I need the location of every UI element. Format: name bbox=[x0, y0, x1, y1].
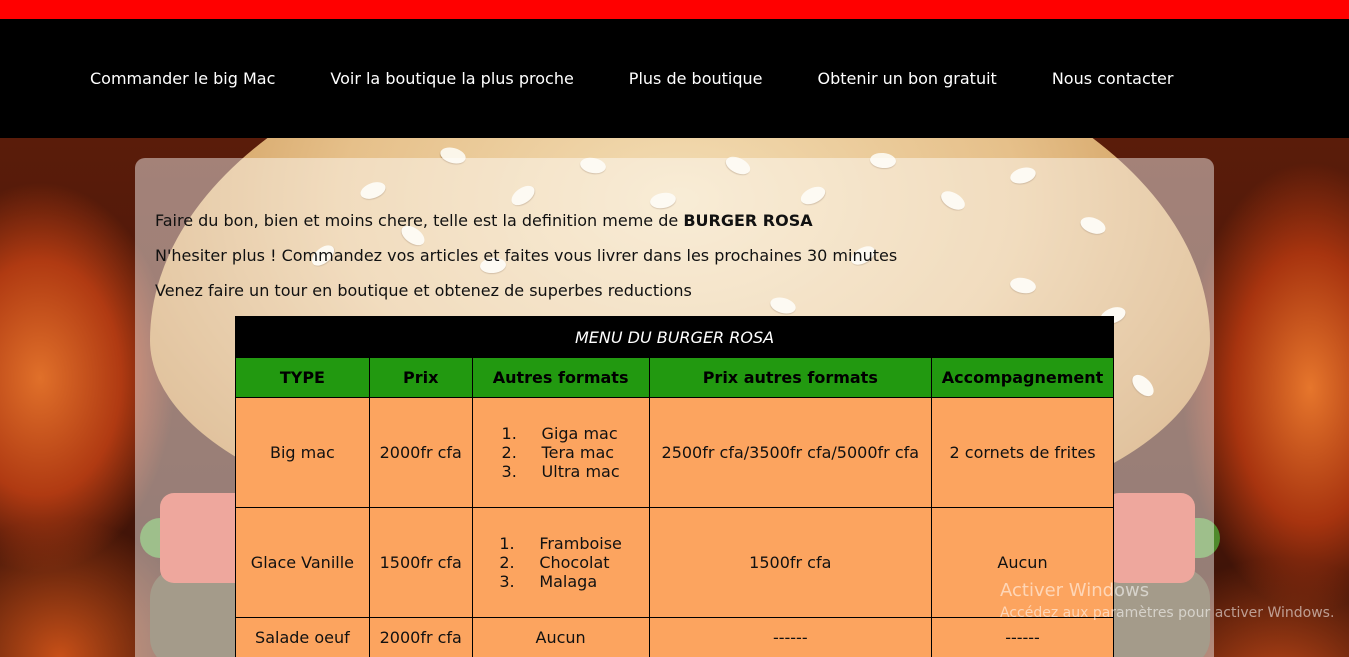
nav-nearest-shop[interactable]: Voir la boutique la plus proche bbox=[330, 69, 573, 88]
cell-prix-formats: 1500fr cfa bbox=[648, 507, 933, 618]
formats-list: 1. Framboise 2. Chocolat 3. Malaga bbox=[499, 534, 622, 591]
cell-type: Glace Vanille bbox=[235, 507, 370, 618]
nav-more-shops[interactable]: Plus de boutique bbox=[629, 69, 763, 88]
intro-line-3: Venez faire un tour en boutique et obten… bbox=[155, 281, 692, 300]
cell-formats: 1. Giga mac 2. Tera mac 3. Ultra mac bbox=[471, 397, 650, 508]
list-item: 2. Chocolat bbox=[499, 553, 610, 572]
cell-prix: 2000fr cfa bbox=[368, 617, 473, 657]
cell-prix-formats: ------ bbox=[648, 617, 933, 657]
nav-free-voucher[interactable]: Obtenir un bon gratuit bbox=[817, 69, 996, 88]
list-item: 3. Malaga bbox=[499, 572, 598, 591]
brand-name: BURGER ROSA bbox=[683, 211, 813, 230]
table-row: Salade oeuf 2000fr cfa Aucun ------ ----… bbox=[235, 617, 1114, 657]
nav-order-big-mac[interactable]: Commander le big Mac bbox=[90, 69, 275, 88]
menu-caption: MENU DU BURGER ROSA bbox=[235, 316, 1114, 358]
menu-header-row: TYPE Prix Autres formats Prix autres for… bbox=[235, 357, 1114, 398]
top-red-bar bbox=[0, 0, 1349, 19]
header-type: TYPE bbox=[235, 357, 370, 398]
list-item: 2. Tera mac bbox=[501, 443, 615, 462]
cell-prix: 2000fr cfa bbox=[368, 397, 473, 508]
header-prix-autres-formats: Prix autres formats bbox=[648, 357, 933, 398]
intro-line-1: Faire du bon, bien et moins chere, telle… bbox=[155, 211, 813, 230]
cell-prix-formats: 2500fr cfa/3500fr cfa/5000fr cfa bbox=[648, 397, 933, 508]
cell-prix: 1500fr cfa bbox=[368, 507, 473, 618]
header-accompagnement: Accompagnement bbox=[931, 357, 1114, 398]
cell-accompagnement: 2 cornets de frites bbox=[931, 397, 1114, 508]
menu-table: MENU DU BURGER ROSA TYPE Prix Autres for… bbox=[235, 316, 1114, 657]
formats-list: 1. Giga mac 2. Tera mac 3. Ultra mac bbox=[502, 424, 620, 481]
table-row: Big mac 2000fr cfa 1. Giga mac 2. Tera mac… bbox=[235, 397, 1114, 508]
list-item: 3. Ultra mac bbox=[501, 462, 620, 481]
cell-formats: Aucun bbox=[471, 617, 650, 657]
intro-line-1-text: Faire du bon, bien et moins chere, telle… bbox=[155, 211, 684, 230]
intro-line-2: N'hesiter plus ! Commandez vos articles … bbox=[155, 246, 898, 265]
nav-contact[interactable]: Nous contacter bbox=[1052, 69, 1174, 88]
cell-accompagnement: ------ bbox=[931, 617, 1114, 657]
table-row: Glace Vanille 1500fr cfa 1. Framboise 2. C… bbox=[235, 507, 1114, 618]
activation-watermark-title: Activer Windows bbox=[1000, 580, 1150, 601]
list-item: 1. Framboise bbox=[499, 534, 622, 553]
activation-watermark-subtitle: Accédez aux paramètres pour activer Wind… bbox=[1000, 605, 1335, 621]
main-nav: Commander le big Mac Voir la boutique la… bbox=[0, 19, 1349, 138]
header-autres-formats: Autres formats bbox=[471, 357, 650, 398]
cell-type: Big mac bbox=[235, 397, 370, 508]
cell-accompagnement: Aucun bbox=[931, 507, 1114, 618]
cell-type: Salade oeuf bbox=[235, 617, 370, 657]
cell-formats: 1. Framboise 2. Chocolat 3. Malaga bbox=[471, 507, 650, 618]
header-prix: Prix bbox=[368, 357, 473, 398]
list-item: 1. Giga mac bbox=[501, 424, 618, 443]
